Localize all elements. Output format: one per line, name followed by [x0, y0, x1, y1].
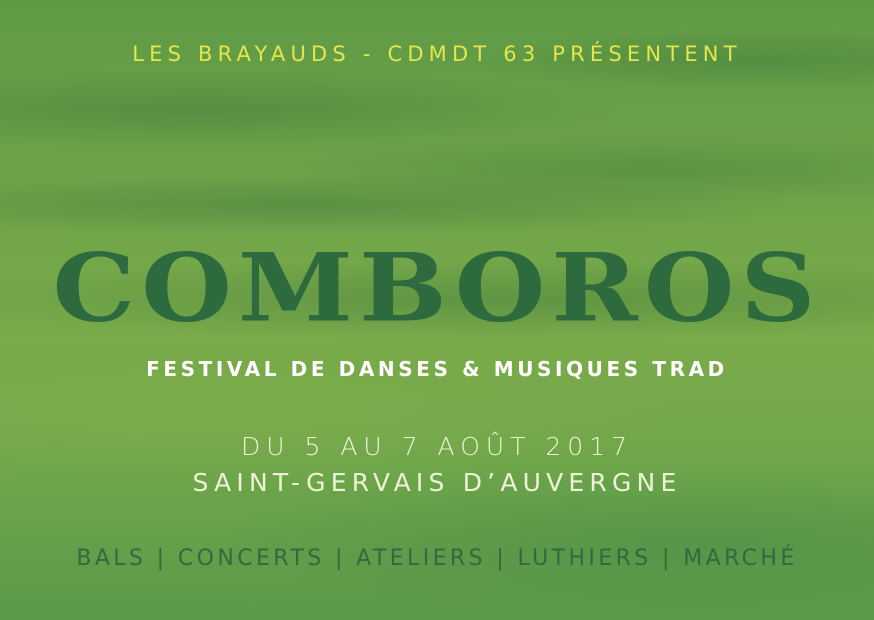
festival-title: COMBOROS: [52, 232, 822, 343]
festival-dates: DU 5 AU 7 AOÛT 2017: [240, 432, 634, 461]
festival-subtitle: FESTIVAL DE DANSES & MUSIQUES TRAD: [146, 357, 728, 381]
activities-list: BALS | CONCERTS | ATELIERS | LUTHIERS | …: [76, 546, 798, 571]
festival-location: SAINT-GERVAIS D’AUVERGNE: [192, 468, 682, 497]
presenters-line: LES BRAYAUDS - CDMDT 63 PRÉSENTENT: [132, 42, 742, 66]
